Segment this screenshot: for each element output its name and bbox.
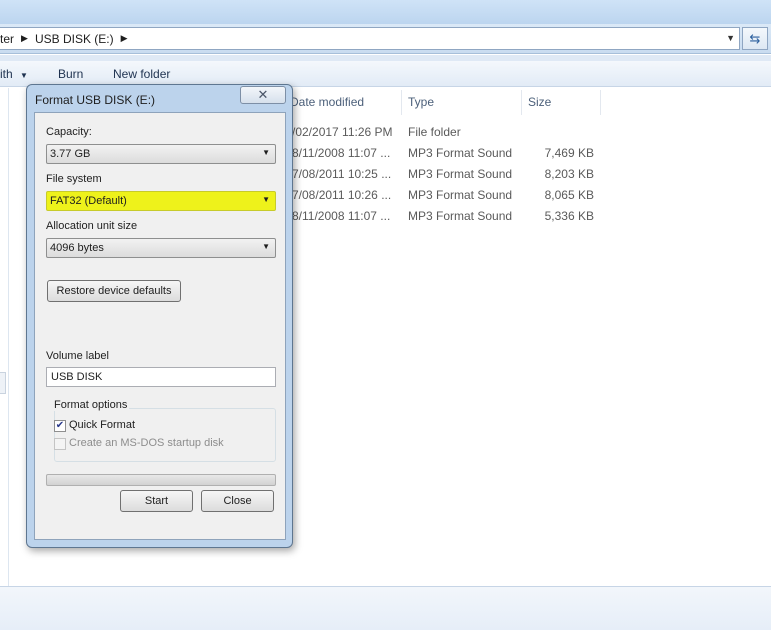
msdos-startup-label: Create an MS-DOS startup disk [69,437,224,449]
address-bar: ter ▶ USB DISK (E:) ▶ ▼ ⇆ [0,24,771,54]
file-type: MP3 Format Sound [408,209,513,223]
format-progress-bar [46,474,276,486]
allocation-unit-value: 4096 bytes [50,242,104,254]
checkmark-icon: ✔ [55,420,65,431]
close-icon: ✕ [257,87,269,102]
navigation-scrollbar[interactable] [0,372,6,394]
refresh-button[interactable]: ⇆ [742,27,768,50]
column-size[interactable]: Size [522,90,601,115]
file-size: 8,065 KB [544,188,594,202]
msdos-startup-checkbox [54,438,66,450]
file-system-select[interactable]: FAT32 (Default) ▼ [46,191,276,211]
capacity-label: Capacity: [46,126,92,138]
chevron-down-icon: ▼ [262,195,270,204]
format-options-group [54,408,276,462]
chevron-down-icon: ▼ [262,242,270,251]
dialog-title: Format USB DISK (E:) [35,93,156,107]
file-date: 7/08/2011 10:25 ... [292,167,392,181]
dialog-close-button[interactable]: ✕ [240,86,286,104]
address-dropdown-icon[interactable]: ▼ [726,33,735,43]
file-type: MP3 Format Sound [408,146,513,160]
breadcrumb-arrow-icon[interactable]: ▶ [121,33,128,44]
details-pane [0,586,771,630]
file-size: 7,469 KB [544,146,594,160]
capacity-select[interactable]: 3.77 GB ▼ [46,144,276,164]
chevron-down-icon: ▼ [20,71,28,80]
format-dialog: Format USB DISK (E:) ✕ Capacity: 3.77 GB… [26,84,293,548]
address-field[interactable]: ter ▶ USB DISK (E:) ▶ ▼ [0,27,740,50]
new-folder-button[interactable]: New folder [113,67,170,81]
file-system-label: File system [46,173,102,185]
file-type: MP3 Format Sound [408,167,513,181]
breadcrumb-arrow-icon[interactable]: ▶ [21,33,28,44]
restore-defaults-button[interactable]: Restore device defaults [47,280,181,302]
close-button[interactable]: Close [201,490,274,512]
file-size: 5,336 KB [544,209,594,223]
window-title-bar [0,0,771,24]
breadcrumb-current[interactable]: USB DISK (E:) [35,32,114,46]
file-date: 8/11/2008 11:07 ... [292,209,391,223]
file-system-value: FAT32 (Default) [50,195,127,207]
file-type: MP3 Format Sound [408,188,513,202]
file-size: 8,203 KB [544,167,594,181]
allocation-unit-select[interactable]: 4096 bytes ▼ [46,238,276,258]
volume-label-label: Volume label [46,350,109,362]
breadcrumb-parent[interactable]: ter [0,32,14,46]
chevron-down-icon: ▼ [262,148,270,157]
format-options-title: Format options [54,399,130,411]
quick-format-checkbox[interactable]: ✔ [54,420,66,432]
file-date: /02/2017 11:26 PM [292,125,393,139]
file-type: File folder [408,125,461,139]
volume-label-input[interactable]: USB DISK [46,367,276,387]
capacity-value: 3.77 GB [50,148,91,160]
start-button[interactable]: Start [120,490,193,512]
share-with-label: ith [0,67,13,81]
share-with-menu[interactable]: ith ▼ [0,67,28,81]
file-date: 7/08/2011 10:26 ... [292,188,392,202]
column-date-modified[interactable]: Date modified [284,90,402,115]
file-date: 8/11/2008 11:07 ... [292,146,391,160]
burn-button[interactable]: Burn [58,67,83,81]
quick-format-label[interactable]: Quick Format [69,419,135,431]
dialog-body: Capacity: 3.77 GB ▼ File system FAT32 (D… [34,112,286,540]
column-type[interactable]: Type [402,90,522,115]
allocation-unit-label: Allocation unit size [46,220,138,232]
refresh-icon: ⇆ [749,30,761,46]
